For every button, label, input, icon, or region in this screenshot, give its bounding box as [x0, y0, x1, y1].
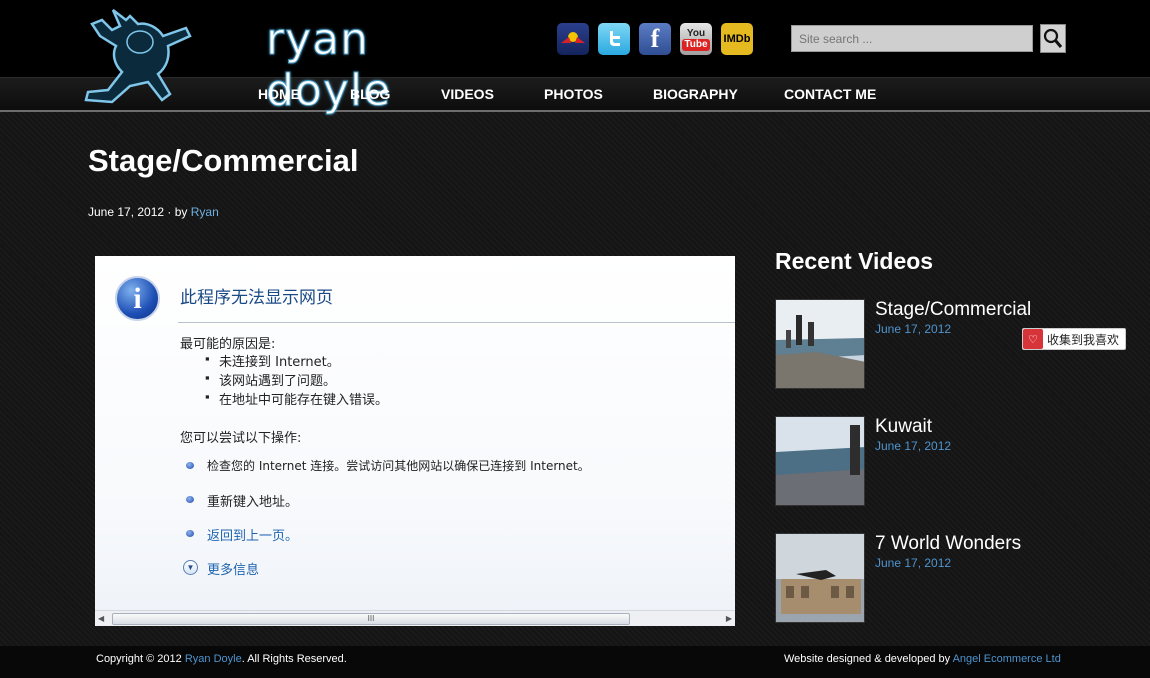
redbull-icon[interactable]: [557, 23, 589, 55]
cause-item: 该网站遇到了问题。: [219, 374, 337, 389]
nav-videos[interactable]: VIDEOS: [441, 86, 494, 102]
scroll-right-icon[interactable]: ▶: [726, 614, 732, 623]
nav-home[interactable]: HOME: [258, 86, 300, 102]
search-icon: [1043, 28, 1063, 48]
action-bullet-icon: [186, 462, 194, 469]
error-divider: [178, 322, 735, 323]
info-icon: i: [115, 276, 160, 321]
video-thumbnail[interactable]: [775, 533, 865, 623]
facebook-icon[interactable]: f: [639, 23, 671, 55]
video-item[interactable]: 7 World Wonders June 17, 2012: [775, 533, 1035, 625]
video-item[interactable]: Kuwait June 17, 2012: [775, 416, 1035, 508]
actions-heading: 您可以尝试以下操作:: [180, 431, 302, 446]
embedded-video-frame: i 此程序无法显示网页 最可能的原因是: ▪ 未连接到 Internet。 ▪ …: [95, 256, 735, 626]
scrollbar-thumb[interactable]: III: [112, 613, 630, 625]
imdb-label: IMDb: [723, 33, 751, 45]
back-link[interactable]: 返回到上一页。: [207, 525, 298, 544]
favorite-button[interactable]: ♡ 收集到我喜欢: [1022, 328, 1126, 350]
recent-videos-heading: Recent Videos: [775, 248, 934, 274]
nav-contact-me[interactable]: CONTACT ME: [784, 86, 876, 102]
copyright-suffix: . All Rights Reserved.: [241, 653, 347, 665]
causes-heading: 最可能的原因是:: [180, 337, 276, 352]
video-thumbnail[interactable]: [775, 416, 865, 506]
action-item: 检查您的 Internet 连接。尝试访问其他网站以确保已连接到 Interne…: [207, 459, 590, 473]
video-date: June 17, 2012: [875, 439, 952, 453]
post-author-link[interactable]: Ryan: [191, 205, 219, 219]
cause-bullet-marker: ▪: [205, 370, 210, 385]
horizontal-scrollbar[interactable]: ◀ III ▶: [95, 610, 735, 626]
twitter-icon[interactable]: [598, 23, 630, 55]
video-thumbnail[interactable]: [775, 299, 865, 389]
video-title[interactable]: Kuwait: [875, 416, 932, 438]
more-info-link[interactable]: 更多信息: [207, 559, 259, 578]
logo-figure-icon: [84, 9, 192, 104]
video-title[interactable]: Stage/Commercial: [875, 299, 1031, 321]
heart-icon: ♡: [1023, 329, 1043, 349]
action-bullet-icon: [186, 530, 194, 537]
post-meta-separator: · by: [164, 205, 191, 219]
favorite-button-label: 收集到我喜欢: [1047, 332, 1120, 347]
nav-blog[interactable]: BLOG: [350, 86, 390, 102]
chevron-down-icon[interactable]: ▼: [183, 560, 198, 575]
copyright-name-link[interactable]: Ryan Doyle: [185, 653, 242, 665]
credit-company-link[interactable]: Angel Ecommerce Ltd: [953, 653, 1061, 665]
video-date: June 17, 2012: [875, 322, 952, 336]
nav-photos[interactable]: PHOTOS: [544, 86, 603, 102]
cause-bullet-marker: ▪: [205, 389, 210, 404]
action-bullet-icon: [186, 496, 194, 503]
footer-copyright: Copyright © 2012 Ryan Doyle. All Rights …: [96, 653, 347, 665]
youtube-label-bottom: Tube: [682, 38, 710, 51]
cause-bullet-marker: ▪: [205, 351, 210, 366]
copyright-prefix: Copyright © 2012: [96, 653, 185, 665]
post-date: June 17, 2012: [88, 205, 165, 219]
imdb-icon[interactable]: IMDb: [721, 23, 753, 55]
post-title: Stage/Commercial: [88, 143, 359, 178]
nav-biography[interactable]: BIOGRAPHY: [653, 86, 738, 102]
search-button[interactable]: [1040, 24, 1066, 53]
search-input[interactable]: [791, 25, 1033, 52]
credit-prefix: Website designed & developed by: [784, 653, 953, 665]
video-title[interactable]: 7 World Wonders: [875, 533, 1021, 555]
cause-item: 在地址中可能存在键入错误。: [219, 393, 389, 408]
youtube-icon[interactable]: You Tube: [680, 23, 712, 55]
scroll-left-icon[interactable]: ◀: [98, 614, 104, 623]
footer-credit: Website designed & developed by Angel Ec…: [784, 653, 1061, 665]
video-item[interactable]: Stage/Commercial June 17, 2012: [775, 299, 1035, 391]
post-meta: June 17, 2012 · by Ryan: [88, 205, 219, 219]
video-date: June 17, 2012: [875, 556, 952, 570]
action-item: 重新键入地址。: [207, 495, 299, 510]
facebook-glyph: f: [650, 24, 660, 53]
cause-item: 未连接到 Internet。: [219, 355, 340, 370]
youtube-label-top: You: [686, 27, 706, 39]
error-title: 此程序无法显示网页: [180, 288, 333, 308]
